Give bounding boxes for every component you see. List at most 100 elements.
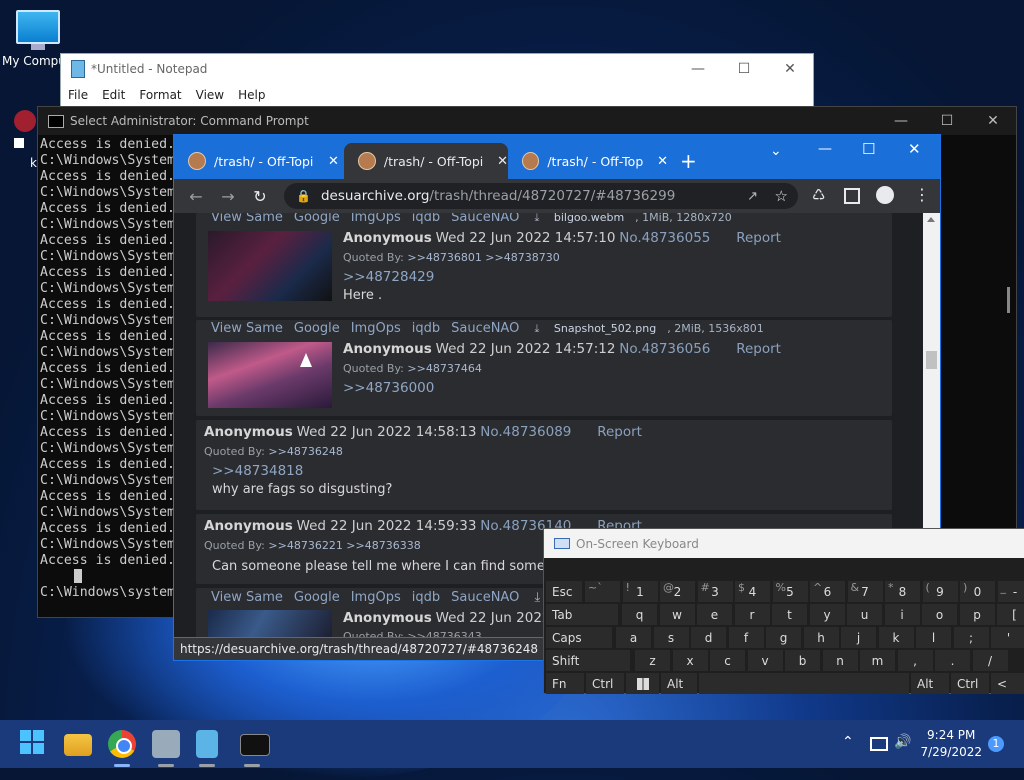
key-windows[interactable]: [626, 673, 659, 694]
link-view-same[interactable]: View Same: [211, 321, 283, 336]
clock[interactable]: 9:24 PM 7/29/2022: [920, 727, 982, 761]
link-saucenao[interactable]: SauceNAO: [451, 213, 519, 225]
share-icon[interactable]: ↗: [747, 189, 758, 204]
quote-link[interactable]: >>48736000: [343, 380, 434, 396]
key-i[interactable]: i: [885, 604, 920, 625]
menu-file[interactable]: File: [68, 88, 88, 102]
minimize-icon[interactable]: —: [675, 54, 721, 84]
key-r4-4[interactable]: v: [748, 650, 783, 671]
key-r1-7[interactable]: 6^: [810, 581, 845, 602]
tab-3[interactable]: /trash/ - Off-Topic ✕: [508, 143, 668, 179]
key-[[interactable]: [: [997, 604, 1024, 625]
post-thumbnail[interactable]: [208, 231, 332, 301]
key-r4-5[interactable]: b: [785, 650, 820, 671]
key-alt-right[interactable]: Alt: [911, 673, 949, 694]
key-r3-11[interactable]: ': [991, 627, 1024, 648]
maximize-icon[interactable]: ☐: [924, 107, 970, 135]
post-number[interactable]: No.48736056: [619, 341, 710, 357]
key-r1-5[interactable]: 4$: [735, 581, 770, 602]
link-imgops[interactable]: ImgOps: [351, 321, 401, 336]
notification-badge[interactable]: 1: [988, 736, 1004, 752]
menu-view[interactable]: View: [196, 88, 224, 102]
link-saucenao[interactable]: SauceNAO: [451, 590, 519, 605]
key-r3-8[interactable]: k: [879, 627, 914, 648]
tab-close-icon[interactable]: ✕: [328, 154, 339, 169]
key-r1-6[interactable]: 5%: [773, 581, 808, 602]
key-r1-10[interactable]: 9(: [923, 581, 958, 602]
key-r3-7[interactable]: j: [841, 627, 876, 648]
download-icon[interactable]: ⤓: [534, 590, 540, 605]
key-r4-9[interactable]: .: [935, 650, 970, 671]
quote-link[interactable]: >>48734818: [212, 463, 303, 479]
key-r[interactable]: r: [735, 604, 770, 625]
scroll-up-icon[interactable]: [927, 217, 935, 222]
key-u[interactable]: u: [847, 604, 882, 625]
link-imgops[interactable]: ImgOps: [351, 590, 401, 605]
post-thumbnail[interactable]: [208, 342, 332, 408]
link-view-same[interactable]: View Same: [211, 213, 283, 225]
volume-icon[interactable]: 🔊: [894, 734, 911, 750]
key-e[interactable]: e: [697, 604, 732, 625]
tab-search-icon[interactable]: ⌄: [770, 143, 782, 159]
key-esc[interactable]: Esc: [546, 581, 582, 602]
chevron-up-icon[interactable]: ⌃: [842, 734, 854, 750]
network-icon[interactable]: [870, 737, 888, 751]
minimize-icon[interactable]: —: [878, 107, 924, 135]
key-space[interactable]: [699, 673, 909, 694]
key-r1-3[interactable]: 2@: [660, 581, 695, 602]
maximize-icon[interactable]: ☐: [721, 54, 767, 84]
key-r4-10[interactable]: /: [973, 650, 1008, 671]
key-fn[interactable]: Fn: [546, 673, 584, 694]
key-r1-2[interactable]: 1!: [623, 581, 658, 602]
menu-format[interactable]: Format: [139, 88, 181, 102]
link-imgops[interactable]: ImgOps: [351, 213, 401, 225]
menu-help[interactable]: Help: [238, 88, 265, 102]
link-google[interactable]: Google: [294, 213, 340, 225]
key-r4-8[interactable]: ,: [898, 650, 933, 671]
maximize-icon[interactable]: ☐: [862, 140, 875, 158]
lock-icon[interactable]: 🔒: [296, 189, 311, 203]
key-y[interactable]: y: [810, 604, 845, 625]
tab-1[interactable]: /trash/ - Off-Topic ✕: [174, 143, 342, 179]
quoted-by-links[interactable]: >>48736801 >>48738730: [407, 251, 559, 264]
link-saucenao[interactable]: SauceNAO: [451, 321, 519, 336]
remote-desktop-icon[interactable]: [152, 730, 180, 758]
key-r1-12[interactable]: -_: [998, 581, 1024, 602]
start-icon[interactable]: [20, 730, 48, 758]
link-view-same[interactable]: View Same: [211, 590, 283, 605]
link-iqdb[interactable]: iqdb: [412, 321, 440, 336]
key-r4-7[interactable]: m: [860, 650, 895, 671]
menu-edit[interactable]: Edit: [102, 88, 125, 102]
key-alt[interactable]: Alt: [661, 673, 697, 694]
report-link[interactable]: Report: [736, 341, 781, 357]
cmd-scrollbar[interactable]: [1007, 287, 1010, 313]
key-r4-1[interactable]: z: [635, 650, 670, 671]
on-screen-keyboard[interactable]: On-Screen Keyboard Esc~`1!2@3#4$5%6^7&8*…: [543, 528, 1024, 694]
chrome-icon[interactable]: [108, 730, 136, 758]
key-r1-8[interactable]: 7&: [848, 581, 883, 602]
key-r1-4[interactable]: 3#: [698, 581, 733, 602]
new-tab-icon[interactable]: +: [680, 149, 697, 173]
file-name[interactable]: Snapshot_502.png: [554, 322, 656, 335]
key-ctrl-right[interactable]: Ctrl: [951, 673, 989, 694]
tab-2-active[interactable]: /trash/ - Off-Topic ✕: [344, 143, 508, 179]
post-number[interactable]: No.48736089: [480, 424, 571, 440]
key-o[interactable]: o: [922, 604, 957, 625]
reload-icon[interactable]: ↻: [244, 187, 276, 206]
post-number[interactable]: No.48736055: [619, 230, 710, 246]
quoted-by-links[interactable]: >>48736221 >>48736338: [268, 539, 420, 552]
download-icon[interactable]: ⤓: [534, 322, 539, 335]
link-iqdb[interactable]: iqdb: [412, 590, 440, 605]
link-google[interactable]: Google: [294, 321, 340, 336]
key-tab[interactable]: Tab: [546, 604, 618, 625]
key-r1-9[interactable]: 8*: [885, 581, 920, 602]
key-r1-11[interactable]: 0): [960, 581, 995, 602]
scrollbar-thumb[interactable]: [926, 351, 937, 369]
file-explorer-icon[interactable]: [64, 734, 92, 756]
key-w[interactable]: w: [660, 604, 695, 625]
extensions-icon[interactable]: ♺: [812, 186, 825, 204]
key-ctrl[interactable]: Ctrl: [586, 673, 624, 694]
bookmark-star-icon[interactable]: ☆: [775, 187, 788, 205]
key-q[interactable]: q: [622, 604, 657, 625]
page-scrollbar[interactable]: [923, 213, 940, 528]
